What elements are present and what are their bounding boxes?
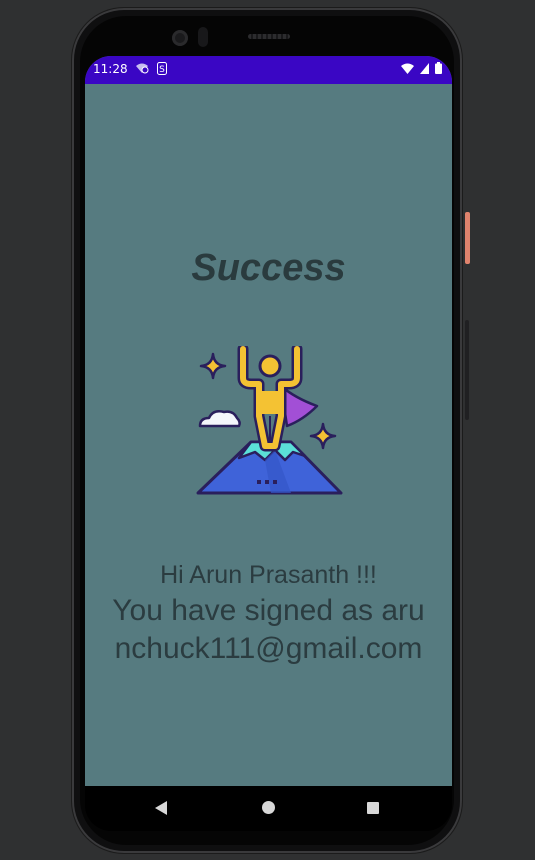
signed-as-text: You have signed as arunchuck111@gmail.co… (112, 594, 425, 665)
status-system-icons (401, 62, 442, 74)
page-title: Success (191, 247, 346, 289)
earpiece-speaker (248, 34, 290, 39)
svg-text:S: S (159, 65, 165, 75)
app-screen: 11:28 S Success Hi Arun Prasanth !!! You… (85, 56, 452, 786)
hero-on-mountain-icon (196, 346, 343, 495)
back-triangle-icon[interactable] (155, 801, 167, 815)
status-notification-icons: S (135, 62, 167, 75)
status-bar: 11:28 S (85, 56, 452, 84)
recents-square-icon[interactable] (367, 802, 379, 814)
front-camera-icon (172, 30, 188, 46)
s-notification-icon: S (157, 62, 167, 75)
volume-button[interactable] (465, 320, 469, 420)
wifi-settings-icon (136, 63, 149, 74)
sensor-icon (198, 27, 208, 47)
wifi-icon (401, 63, 414, 74)
greeting-text: Hi Arun Prasanth !!! (160, 561, 377, 589)
battery-icon (435, 62, 442, 74)
signal-icon (420, 62, 429, 74)
status-time: 11:28 (93, 62, 128, 76)
home-circle-icon[interactable] (262, 801, 275, 814)
power-button[interactable] (465, 212, 470, 264)
navigation-bar (85, 786, 452, 831)
